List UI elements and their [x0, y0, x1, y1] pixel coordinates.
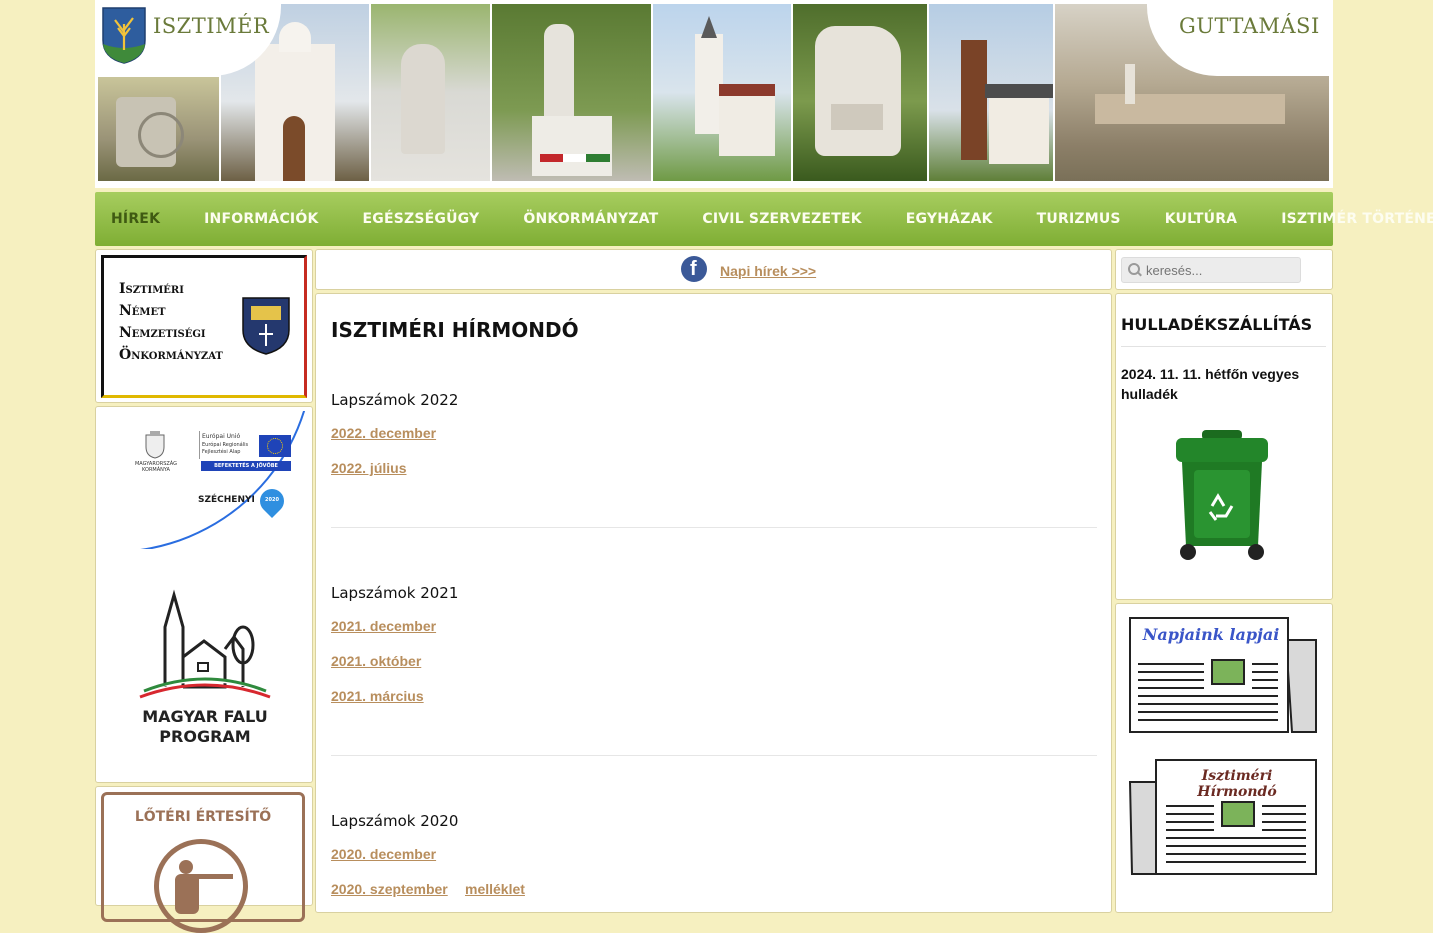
- photo-statue: [371, 4, 490, 181]
- search-panel: [1115, 249, 1333, 290]
- nav-item-informaciok[interactable]: INFORMÁCIÓK: [204, 211, 318, 227]
- daily-news-bar: f Napi hírek >>>: [315, 249, 1112, 290]
- shooter-icon: [154, 839, 248, 933]
- waste-collection-panel: HULLADÉKSZÁLLÍTÁS 2024. 11. 11. hétfőn v…: [1115, 293, 1333, 600]
- main-navigation: HÍREK INFORMÁCIÓK EGÉSZSÉGÜGY ÖNKORMÁNYZ…: [95, 192, 1433, 246]
- facebook-icon[interactable]: f: [681, 256, 707, 282]
- german-council-line-2: Német: [119, 303, 166, 319]
- hungarian-crest-icon: [145, 431, 165, 459]
- waste-notice: 2024. 11. 11. hétfőn vegyes hulladék: [1121, 366, 1300, 402]
- photo-war-memorial: [492, 4, 651, 181]
- paper-title-napjaink: Napjaink lapjai: [1142, 625, 1280, 644]
- waste-divider: [1121, 346, 1326, 347]
- issue-link-2022-december[interactable]: 2022. december: [331, 425, 436, 441]
- main-content: ISZTIMÉRI HÍRMONDÓ Lapszámok 2022 2022. …: [315, 293, 1112, 913]
- header-banner: ISZTIMÉR GUTTAMÁSI: [95, 0, 1333, 188]
- section-divider: [331, 527, 1097, 528]
- waste-title: HULLADÉKSZÁLLÍTÁS: [1121, 315, 1313, 334]
- nav-item-isztimer-tortenete[interactable]: ISZTIMÉR TÖRTÉNETE: [1281, 211, 1433, 227]
- nav-item-civil-szervezetek[interactable]: CIVIL SZERVEZETEK: [702, 211, 861, 227]
- nav-item-turizmus[interactable]: TURIZMUS: [1037, 211, 1121, 227]
- issue-link-2021-oktober[interactable]: 2021. október: [331, 653, 421, 669]
- photo-bell-tower: [929, 4, 1053, 181]
- page-title: ISZTIMÉRI HÍRMONDÓ: [331, 318, 579, 342]
- section-heading-2021: Lapszámok 2021: [331, 584, 459, 602]
- issue-link-2021-december[interactable]: 2021. december: [331, 618, 436, 634]
- shooting-range-title: LŐTÉRI ÉRTESÍTŐ: [134, 809, 272, 825]
- invest-label: BEFEKTETÉS A JÖVŐBE: [201, 461, 291, 471]
- site-title-right[interactable]: GUTTAMÁSI: [1179, 14, 1320, 38]
- nav-item-kultura[interactable]: KULTÚRA: [1165, 211, 1238, 227]
- search-input[interactable]: [1121, 257, 1301, 283]
- german-council-banner[interactable]: Isztiméri Német Nemzetiségi Önkormányzat: [101, 255, 307, 398]
- isztimeri-hirmondo-link[interactable]: Isztiméri Hírmondó: [1128, 758, 1320, 878]
- photo-memorial-stone: [98, 77, 219, 181]
- eu-flag-icon: [259, 435, 291, 457]
- nav-item-onkormanyzat[interactable]: ÖNKORMÁNYZAT: [523, 211, 658, 227]
- issue-link-2021-marcius[interactable]: 2021. március: [331, 688, 424, 704]
- eu-label: Európai Unió: [202, 433, 241, 440]
- shooting-range-notice-banner[interactable]: LŐTÉRI ÉRTESÍTŐ: [101, 792, 305, 933]
- village-program-line-2: PROGRAM: [159, 727, 251, 746]
- german-coat-of-arms-icon: [242, 297, 290, 355]
- page-wrapper: ISZTIMÉR GUTTAMÁSI HÍREK INFORMÁCIÓK EGÉ…: [95, 0, 1433, 933]
- nav-item-hirek[interactable]: HÍREK: [111, 211, 160, 227]
- grant-logos-panel: MAGYARORSZÁG KORMÁNYA Európai Unió Európ…: [95, 406, 313, 783]
- eu-fund-line-1: Európai Regionális: [202, 442, 249, 448]
- szechenyi-year: 2020: [265, 497, 279, 503]
- napjaink-lapjai-link[interactable]: Napjaink lapjai: [1128, 616, 1320, 736]
- german-council-line-4: Önkormányzat: [119, 347, 223, 363]
- section-heading-2020: Lapszámok 2020: [331, 812, 459, 830]
- photo-monument-stone: [793, 4, 927, 181]
- issue-link-2020-december[interactable]: 2020. december: [331, 846, 436, 862]
- section-heading-2022: Lapszámok 2022: [331, 391, 459, 409]
- shooting-range-panel: LŐTÉRI ÉRTESÍTŐ: [95, 786, 313, 933]
- site-title-left[interactable]: ISZTIMÉR: [153, 14, 269, 38]
- eu-fund-line-2: Fejlesztési Alap: [202, 449, 241, 455]
- nav-item-egeszsegugy[interactable]: EGÉSZSÉGÜGY: [363, 211, 480, 227]
- coat-of-arms-icon: [102, 7, 146, 64]
- photo-church: [653, 4, 791, 181]
- paper-title-hirmondo: Isztiméri Hírmondó: [1197, 768, 1277, 800]
- german-council-panel: Isztiméri Német Nemzetiségi Önkormányzat: [95, 249, 313, 403]
- section-divider: [331, 755, 1097, 756]
- eu-funding-banner[interactable]: MAGYARORSZÁG KORMÁNYA Európai Unió Európ…: [100, 411, 308, 549]
- german-council-line-3: Nemzetiségi: [119, 325, 206, 341]
- village-program-icon: [139, 589, 271, 699]
- issue-link-2022-julius[interactable]: 2022. július: [331, 460, 406, 476]
- daily-news-link[interactable]: Napi hírek >>>: [720, 263, 816, 279]
- magyar-falu-program-banner[interactable]: MAGYAR FALU PROGRAM: [120, 587, 290, 747]
- nav-item-egyhazak[interactable]: EGYHÁZAK: [906, 211, 993, 227]
- szechenyi-label: SZÉCHENYI: [198, 495, 255, 505]
- recycling-bin-icon: [1176, 430, 1268, 560]
- village-program-line-1: MAGYAR FALU: [142, 707, 268, 726]
- newspapers-panel: Napjaink lapjai Isztiméri Hírmondó: [1115, 603, 1333, 913]
- gov-label: MAGYARORSZÁG KORMÁNYA: [134, 461, 178, 473]
- german-council-line-1: Isztiméri: [119, 281, 184, 297]
